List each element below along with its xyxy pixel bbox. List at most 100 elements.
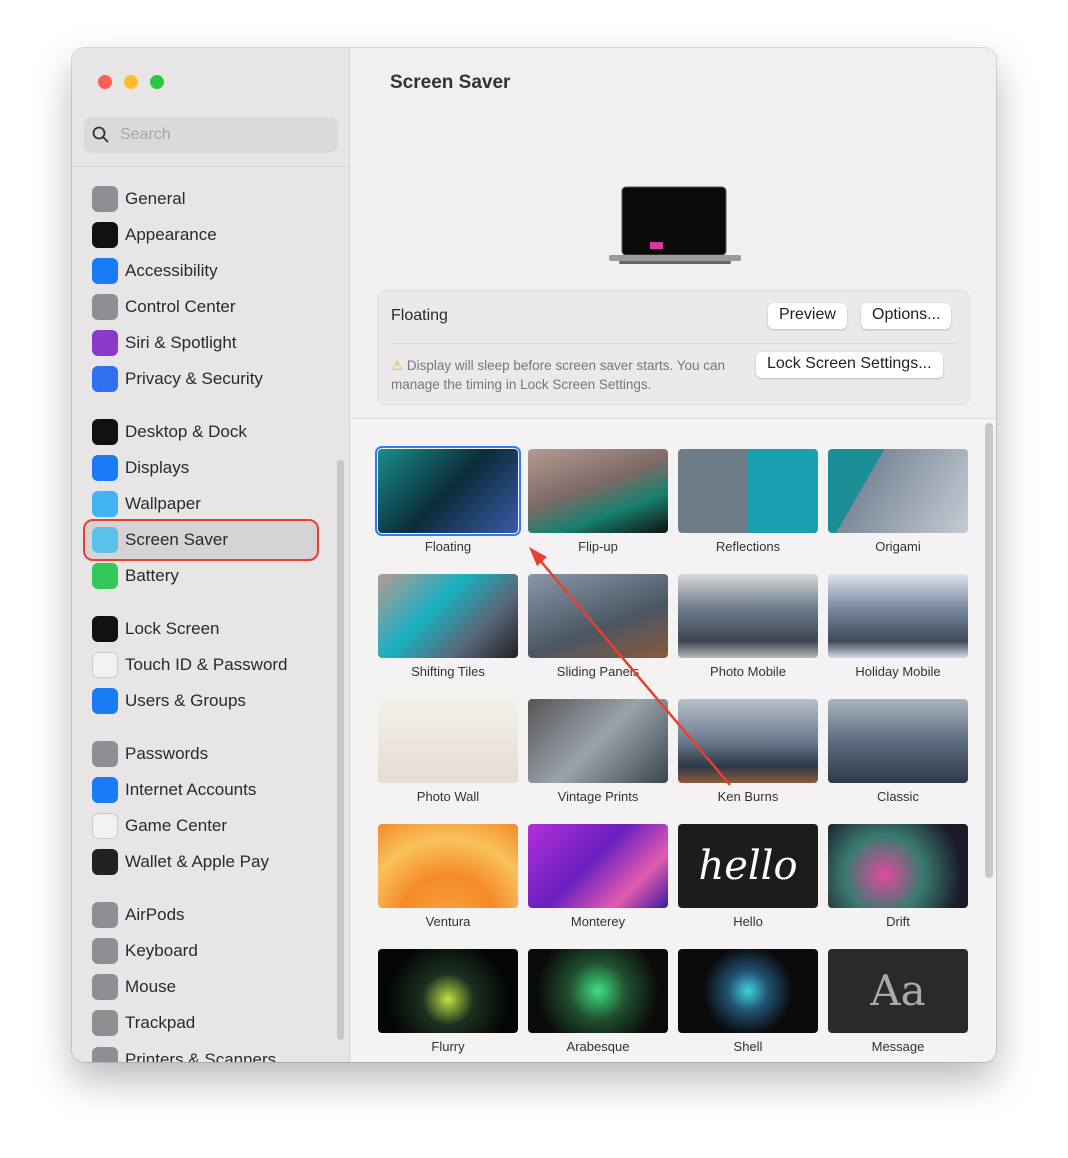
- sidebar-item-label: Internet Accounts: [125, 780, 257, 799]
- screen-saver-reflections[interactable]: Reflections: [678, 449, 818, 554]
- sidebar-scrollbar[interactable]: [337, 460, 344, 1040]
- sidebar-item-desktop-dock[interactable]: Desktop & Dock: [92, 417, 247, 447]
- gear-icon: [92, 186, 118, 212]
- game-center-icon: [92, 813, 118, 839]
- thumbnail: [828, 449, 968, 533]
- saver-label: Ventura: [425, 914, 471, 929]
- saver-label: Sliding Panels: [556, 664, 640, 679]
- thumbnail: [528, 449, 668, 533]
- lock-screen-settings-button[interactable]: Lock Screen Settings...: [756, 352, 943, 378]
- screen-saver-grid: Floating Flip-up Reflections Origami Shiftin…: [351, 419, 996, 1062]
- screen-saver-holiday-mobile[interactable]: Holiday Mobile: [828, 574, 968, 679]
- sidebar-item-label: Printers & Scanners: [125, 1050, 277, 1062]
- sidebar-item-internet-accounts[interactable]: Internet Accounts: [92, 775, 256, 805]
- saver-label: Reflections: [715, 539, 781, 554]
- screen-saver-classic[interactable]: Classic: [828, 699, 968, 804]
- fingerprint-icon: [92, 652, 118, 678]
- zoom-button[interactable]: [150, 75, 164, 89]
- thumbnail: [528, 699, 668, 783]
- screen-saver-origami[interactable]: Origami: [828, 449, 968, 554]
- thumbnail: [378, 699, 518, 783]
- sidebar-item-privacy-security[interactable]: Privacy & Security: [92, 364, 263, 394]
- sidebar-item-wallpaper[interactable]: Wallpaper: [92, 489, 201, 519]
- screen-saver-ken-burns[interactable]: Ken Burns: [678, 699, 818, 804]
- sidebar-item-wallet-apple-pay[interactable]: Wallet & Apple Pay: [92, 847, 269, 877]
- sidebar-item-label: Desktop & Dock: [125, 422, 247, 441]
- airpods-icon: [92, 902, 118, 928]
- thumbnail: [378, 949, 518, 1033]
- sidebar-item-siri-spotlight[interactable]: Siri & Spotlight: [92, 328, 237, 358]
- screen-saver-icon: [92, 527, 118, 553]
- sidebar-item-label: Keyboard: [125, 941, 198, 960]
- keyboard-icon: [92, 938, 118, 964]
- screen-saver-arabesque[interactable]: Arabesque: [528, 949, 668, 1054]
- sidebar-item-label: Lock Screen: [125, 619, 220, 638]
- screen-saver-floating[interactable]: Floating: [375, 446, 521, 554]
- screen-saver-drift[interactable]: Drift: [828, 824, 968, 929]
- preview-button[interactable]: Preview: [768, 303, 847, 329]
- battery-icon: [92, 563, 118, 589]
- sidebar-item-label: Wallpaper: [125, 494, 201, 513]
- sidebar-item-label: Touch ID & Password: [125, 655, 288, 674]
- divider: [391, 343, 957, 344]
- lock-icon: [92, 616, 118, 642]
- screen-saver-flurry[interactable]: Flurry: [378, 949, 518, 1054]
- screen-saver-photo-wall[interactable]: Photo Wall: [378, 699, 518, 804]
- main-scrollbar[interactable]: [985, 423, 993, 878]
- screen-saver-shifting-tiles[interactable]: Shifting Tiles: [378, 574, 518, 679]
- sidebar-item-printers-scanners[interactable]: Printers & Scanners: [92, 1045, 276, 1062]
- sidebar-item-passwords[interactable]: Passwords: [92, 739, 208, 769]
- screen-saver-photo-mobile[interactable]: Photo Mobile: [678, 574, 818, 679]
- sidebar-item-label: Accessibility: [125, 261, 218, 280]
- screen-saver-shell[interactable]: Shell: [678, 949, 818, 1054]
- options-button[interactable]: Options...: [861, 303, 952, 329]
- dock-icon: [92, 419, 118, 445]
- sidebar-item-label: Trackpad: [125, 1013, 196, 1032]
- saver-label: Flip-up: [578, 539, 618, 554]
- sidebar-item-accessibility[interactable]: Accessibility: [92, 256, 218, 286]
- saver-label: Photo Mobile: [710, 664, 786, 679]
- users-icon: [92, 688, 118, 714]
- screen-saver-vintage-prints[interactable]: Vintage Prints: [528, 699, 668, 804]
- thumbnail: [375, 446, 521, 536]
- sidebar-item-appearance[interactable]: Appearance: [92, 220, 217, 250]
- sidebar-item-touch-id-password[interactable]: Touch ID & Password: [92, 650, 288, 680]
- saver-label: Origami: [875, 539, 921, 554]
- sidebar-item-game-center[interactable]: Game Center: [92, 811, 227, 841]
- sidebar-item-trackpad[interactable]: Trackpad: [92, 1008, 195, 1038]
- thumbnail: [678, 949, 818, 1033]
- sidebar-item-label: Mouse: [125, 977, 177, 996]
- sidebar-item-label: Passwords: [125, 744, 209, 763]
- mouse-icon: [92, 974, 118, 1000]
- accessibility-icon: [92, 258, 118, 284]
- sidebar-item-users-groups[interactable]: Users & Groups: [92, 686, 246, 716]
- sidebar-item-lock-screen[interactable]: Lock Screen: [92, 614, 220, 644]
- sidebar-item-screen-saver[interactable]: Screen Saver: [92, 525, 228, 555]
- sidebar-item-label: Privacy & Security: [125, 369, 263, 388]
- screen-saver-sliding-panels[interactable]: Sliding Panels: [528, 574, 668, 679]
- sidebar-item-label: Wallet & Apple Pay: [125, 852, 269, 871]
- saver-label: Shell: [733, 1039, 763, 1054]
- sidebar-item-mouse[interactable]: Mouse: [92, 972, 176, 1002]
- saver-label: Drift: [886, 914, 910, 929]
- thumbnail-text: Aa: [870, 966, 926, 1015]
- sidebar-item-displays[interactable]: Displays: [92, 453, 189, 483]
- thumbnail-text: hello: [698, 843, 798, 889]
- sidebar-item-airpods[interactable]: AirPods: [92, 900, 185, 930]
- screen-saver-flip-up[interactable]: Flip-up: [528, 449, 668, 554]
- saver-label: Message: [871, 1039, 925, 1054]
- screen-saver-monterey[interactable]: Monterey: [528, 824, 668, 929]
- sidebar-item-battery[interactable]: Battery: [92, 561, 179, 591]
- screen-saver-message[interactable]: Aa Message: [828, 949, 968, 1054]
- close-button[interactable]: [98, 75, 112, 89]
- sidebar-item-label: Siri & Spotlight: [125, 333, 237, 352]
- screen-saver-ventura[interactable]: Ventura: [378, 824, 518, 929]
- search-input[interactable]: Search: [84, 117, 338, 153]
- sidebar-item-general[interactable]: General: [92, 184, 185, 214]
- minimize-button[interactable]: [124, 75, 138, 89]
- saver-label: Shifting Tiles: [411, 664, 485, 679]
- screen-saver-hello[interactable]: hello Hello: [678, 824, 818, 929]
- sidebar-item-label: Battery: [125, 566, 179, 585]
- sidebar-item-keyboard[interactable]: Keyboard: [92, 936, 198, 966]
- sidebar-item-control-center[interactable]: Control Center: [92, 292, 236, 322]
